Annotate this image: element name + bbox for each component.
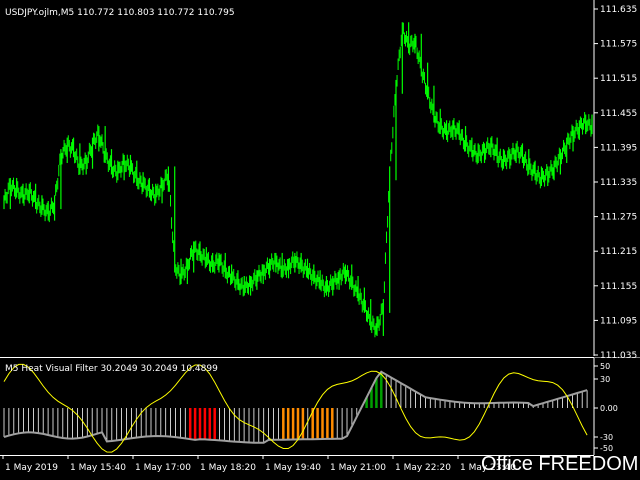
indicator-histogram [3, 371, 588, 443]
price-tick-label: 111.635 [600, 5, 637, 15]
indicator-header: M5 Heat Visual Filter 30.2049 30.2049 10… [5, 364, 218, 374]
time-tick-label: 1 May 21:00 [330, 463, 386, 473]
price-tick-label: 111.095 [600, 316, 637, 326]
trading-chart[interactable]: 111.635 111.575 111.515 111.455 111.395 111.3… [0, 0, 640, 480]
price-tick-label: 111.275 [600, 213, 637, 223]
time-tick-label: 1 May 22:20 [395, 463, 451, 473]
indicator-pane[interactable]: 50 30 0.00 -30 -50 M5 Heat Visual Filter 30.… [3, 358, 618, 455]
price-tick-label: 111.455 [600, 109, 637, 119]
indicator-tick-label: 0.00 [600, 404, 618, 413]
indicator-tick-label: -30 [600, 433, 613, 442]
time-tick-label: 1 May 17:00 [135, 463, 191, 473]
symbol-header: USDJPY.ojlm,M5 110.772 110.803 110.772 1… [5, 8, 235, 18]
price-tick-label: 111.215 [600, 247, 637, 257]
price-axis: 111.635 111.575 111.515 111.455 111.395 111.3… [594, 5, 637, 361]
price-tick-label: 111.515 [600, 74, 637, 84]
price-pane[interactable]: 111.635 111.575 111.515 111.455 111.395 111.3… [3, 0, 637, 361]
indicator-tick-label: -50 [600, 444, 613, 453]
time-tick-label: 1 May 15:40 [70, 463, 126, 473]
price-tick-label: 111.575 [600, 40, 637, 50]
time-tick-label: 1 May 19:40 [265, 463, 321, 473]
time-axis: 1 May 2019 1 May 15:40 1 May 17:00 1 May 18… [2, 455, 516, 473]
price-candles [3, 22, 593, 338]
indicator-gray-line [3, 370, 588, 444]
time-tick-label: 1 May 2019 [5, 463, 58, 473]
time-tick-label: 1 May 18:20 [200, 463, 256, 473]
indicator-axis: 50 30 0.00 -30 -50 [594, 362, 618, 453]
indicator-tick-label: 50 [600, 362, 610, 371]
price-tick-label: 111.335 [600, 178, 637, 188]
watermark: Office FREEDOM [481, 453, 638, 475]
price-tick-label: 111.395 [600, 143, 637, 153]
price-tick-label: 111.155 [600, 282, 637, 292]
price-tick-label: 111.035 [600, 351, 637, 361]
indicator-tick-label: 30 [600, 375, 610, 384]
